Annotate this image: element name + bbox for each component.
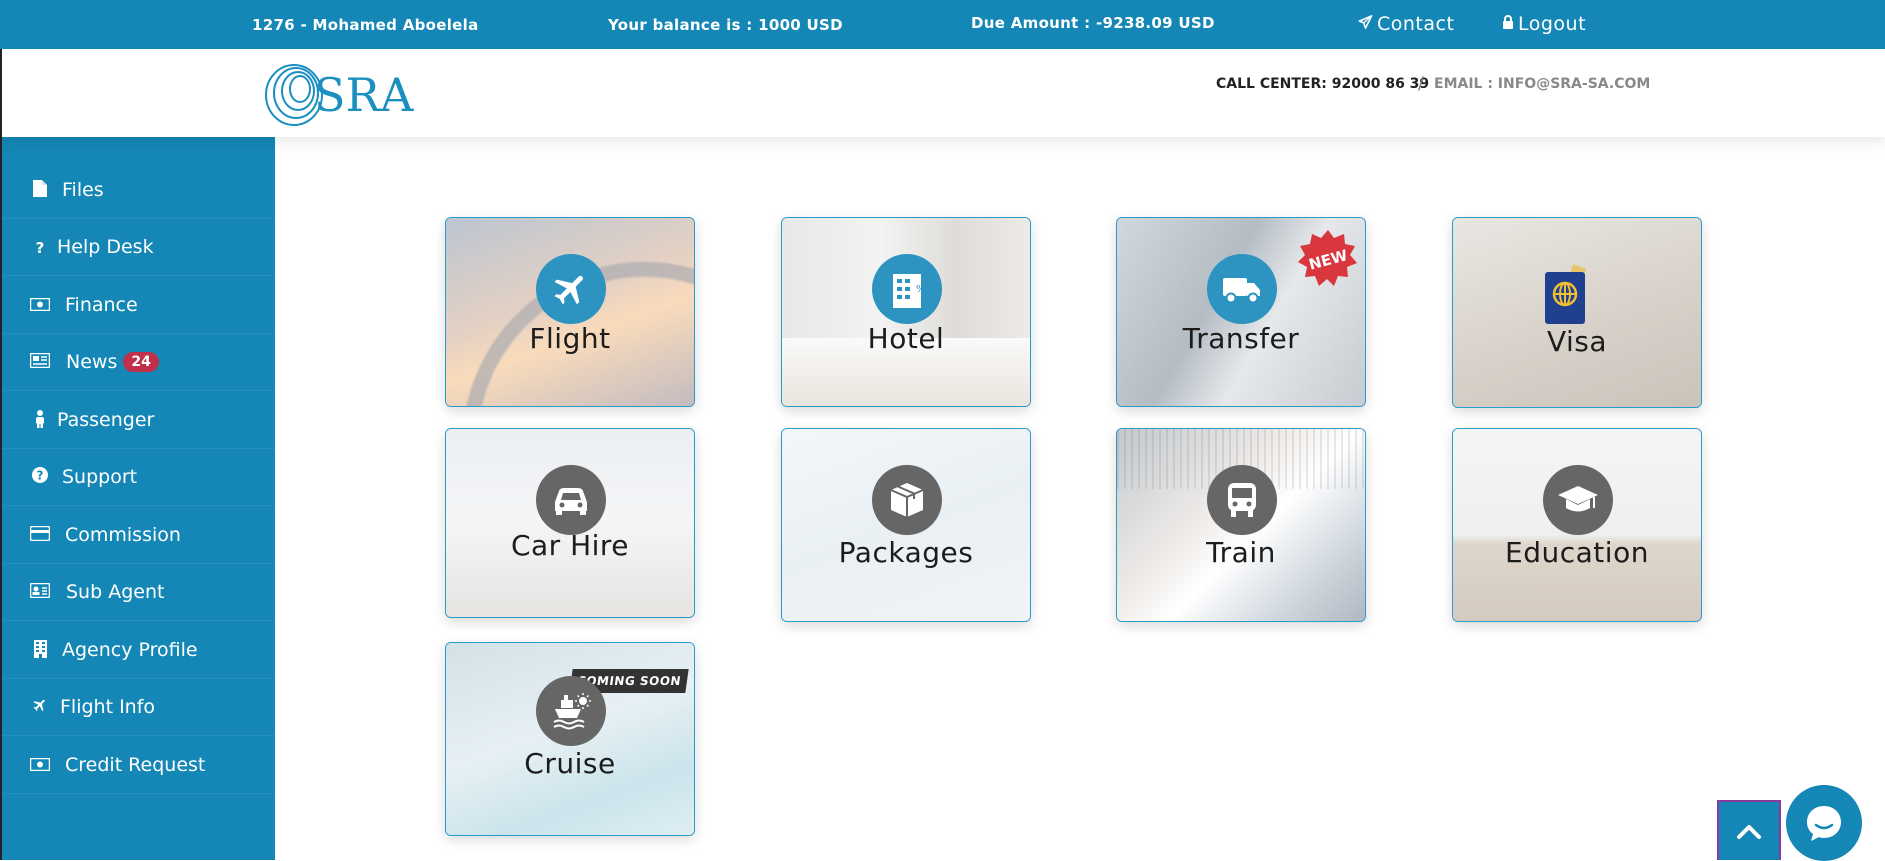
call-center: CALL CENTER: 92000 86 39 <box>1216 76 1430 92</box>
service-card-car-hire[interactable]: Car Hire <box>445 428 695 618</box>
sidebar-item-credit-request[interactable]: Credit Request <box>2 737 275 794</box>
hotel-building-icon: % <box>872 254 942 324</box>
bus-icon <box>1207 465 1277 535</box>
header: SRA CALL CENTER: 92000 86 39 / EMAIL : I… <box>0 49 1885 137</box>
sidebar-item-label: Support <box>62 466 138 488</box>
chat-bubble-icon <box>1807 806 1841 841</box>
file-icon <box>29 180 51 202</box>
plane-icon <box>29 697 51 719</box>
service-label: Packages <box>838 536 974 569</box>
service-label: Visa <box>1546 325 1608 358</box>
service-card-flight[interactable]: Flight <box>445 217 695 407</box>
news-count-badge: 24 <box>123 352 159 372</box>
service-label: Hotel <box>867 322 945 355</box>
service-card-visa[interactable]: Visa <box>1452 217 1702 408</box>
service-label: Car Hire <box>510 529 630 562</box>
chat-button[interactable] <box>1786 785 1862 861</box>
question-icon: ? <box>35 239 45 257</box>
sra-logo[interactable]: SRA <box>262 57 422 129</box>
due-amount-text: Due Amount : -9238.09 USD <box>971 14 1215 32</box>
lock-icon <box>1503 15 1513 29</box>
chevron-up-icon <box>1737 825 1761 839</box>
svg-text:?: ? <box>37 469 44 483</box>
ship-icon <box>536 676 606 746</box>
logo-text: SRA <box>314 68 414 122</box>
top-bar: 1276 - Mohamed Aboelela Your balance is … <box>0 0 1885 49</box>
graduation-cap-icon <box>1543 465 1613 535</box>
logout-label: Logout <box>1518 13 1587 35</box>
header-separator: / <box>1418 74 1424 94</box>
email-contact[interactable]: EMAIL : INFO@SRA-SA.COM <box>1434 76 1650 92</box>
sidebar-item-label: Passenger <box>57 409 155 431</box>
sra-logo-icon: SRA <box>265 64 414 126</box>
service-label: Transfer <box>1182 322 1300 355</box>
credit-card-icon <box>29 525 51 547</box>
sidebar-item-label: Files <box>62 179 104 201</box>
sidebar-item-files[interactable]: Files <box>2 162 275 219</box>
sidebar-item-passenger[interactable]: Passenger <box>2 392 275 449</box>
sidebar-item-label: Commission <box>65 524 181 546</box>
box-icon <box>872 465 942 535</box>
sidebar-item-sub-agent[interactable]: Sub Agent <box>2 564 275 621</box>
contact-label: Contact <box>1377 13 1455 35</box>
passport-icon <box>1543 264 1593 324</box>
contact-link[interactable]: Contact <box>1358 13 1454 35</box>
sidebar-item-label: Sub Agent <box>66 581 165 603</box>
id-card-icon <box>29 582 51 604</box>
building-icon <box>29 640 51 662</box>
truck-icon <box>1207 254 1277 324</box>
sidebar-item-help-desk[interactable]: ? Help Desk <box>2 219 275 276</box>
new-badge: NEW <box>1298 230 1357 286</box>
service-card-education[interactable]: Education <box>1452 428 1702 622</box>
sidebar-item-label: News <box>66 351 118 373</box>
svg-text:%: % <box>916 284 924 295</box>
service-card-cruise[interactable]: COMING SOON Cruise <box>445 642 695 836</box>
sidebar-item-news[interactable]: News 24 <box>2 334 275 391</box>
plane-icon <box>536 254 606 324</box>
back-to-top-button[interactable] <box>1717 800 1781 860</box>
sidebar: Files ? Help Desk Finance News 24 Passeng… <box>0 137 275 860</box>
service-label: Education <box>1505 536 1649 569</box>
sidebar-item-label: Flight Info <box>60 696 156 718</box>
money-icon <box>29 755 51 777</box>
service-card-hotel[interactable]: % Hotel <box>781 217 1031 407</box>
service-card-train[interactable]: Train <box>1116 428 1366 622</box>
header-edge <box>0 49 2 137</box>
car-icon <box>536 465 606 535</box>
sidebar-item-label: Help Desk <box>57 236 154 258</box>
money-icon <box>29 295 51 317</box>
sidebar-item-label: Agency Profile <box>62 639 198 661</box>
service-label: Cruise <box>524 747 616 780</box>
logout-link[interactable]: Logout <box>1502 13 1586 35</box>
user-id-name: 1276 - Mohamed Aboelela <box>252 16 479 34</box>
paper-plane-icon <box>1358 15 1373 29</box>
service-card-packages[interactable]: Packages <box>781 428 1031 622</box>
sidebar-item-flight-info[interactable]: Flight Info <box>2 679 275 736</box>
sidebar-item-support[interactable]: ? Support <box>2 449 275 506</box>
question-circle-icon: ? <box>29 467 51 489</box>
service-label: Train <box>1206 536 1276 569</box>
sidebar-item-label: Finance <box>65 294 138 316</box>
balance-text: Your balance is : 1000 USD <box>608 16 843 34</box>
sidebar-item-commission[interactable]: Commission <box>2 507 275 564</box>
newspaper-icon <box>29 352 51 374</box>
service-label: Flight <box>529 322 611 355</box>
service-card-transfer[interactable]: NEW Transfer <box>1116 217 1366 407</box>
sidebar-item-agency-profile[interactable]: Agency Profile <box>2 622 275 679</box>
person-icon <box>29 410 51 432</box>
sidebar-item-label: Credit Request <box>65 754 206 776</box>
sidebar-item-finance[interactable]: Finance <box>2 277 275 334</box>
